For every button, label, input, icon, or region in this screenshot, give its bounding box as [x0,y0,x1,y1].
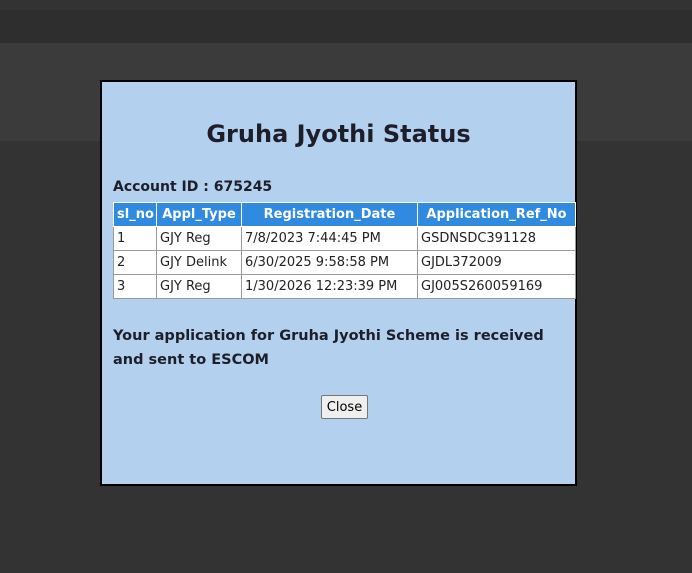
column-header-sl-no: sl_no [113,202,157,227]
cell-application-ref-no: GJDL372009 [417,250,576,275]
status-message: Your application for Gruha Jyothi Scheme… [113,328,544,368]
cell-registration-date: 6/30/2025 9:58:58 PM [241,250,418,275]
cell-appl-type: GJY Delink [156,250,242,275]
column-header-appl-type: Appl_Type [156,202,242,227]
table-row: 3 GJY Reg 1/30/2026 12:23:39 PM GJ005S26… [113,274,576,299]
account-id-label: Account ID : 675245 [113,179,273,195]
status-modal: Gruha Jyothi Status Account ID : 675245 … [100,80,577,486]
table-row: 2 GJY Delink 6/30/2025 9:58:58 PM GJDL37… [113,250,576,275]
cell-appl-type: GJY Reg [156,226,242,251]
cell-sl-no: 2 [113,250,157,275]
table-row: 1 GJY Reg 7/8/2023 7:44:45 PM GSDNSDC391… [113,226,576,251]
column-header-application-ref-no: Application_Ref_No [417,202,576,227]
modal-title: Gruha Jyothi Status [206,120,471,148]
cell-registration-date: 7/8/2023 7:44:45 PM [241,226,418,251]
cell-appl-type: GJY Reg [156,274,242,299]
cell-application-ref-no: GJ005S260059169 [417,274,576,299]
cell-application-ref-no: GSDNSDC391128 [417,226,576,251]
background-header-band [0,10,692,43]
cell-registration-date: 1/30/2026 12:23:39 PM [241,274,418,299]
cell-sl-no: 1 [113,226,157,251]
close-button[interactable]: Close [321,395,368,419]
background-top-strip [0,0,692,10]
status-table: sl_no Appl_Type Registration_Date Applic… [113,202,576,299]
cell-sl-no: 3 [113,274,157,299]
table-header-row: sl_no Appl_Type Registration_Date Applic… [113,202,576,227]
column-header-registration-date: Registration_Date [241,202,418,227]
